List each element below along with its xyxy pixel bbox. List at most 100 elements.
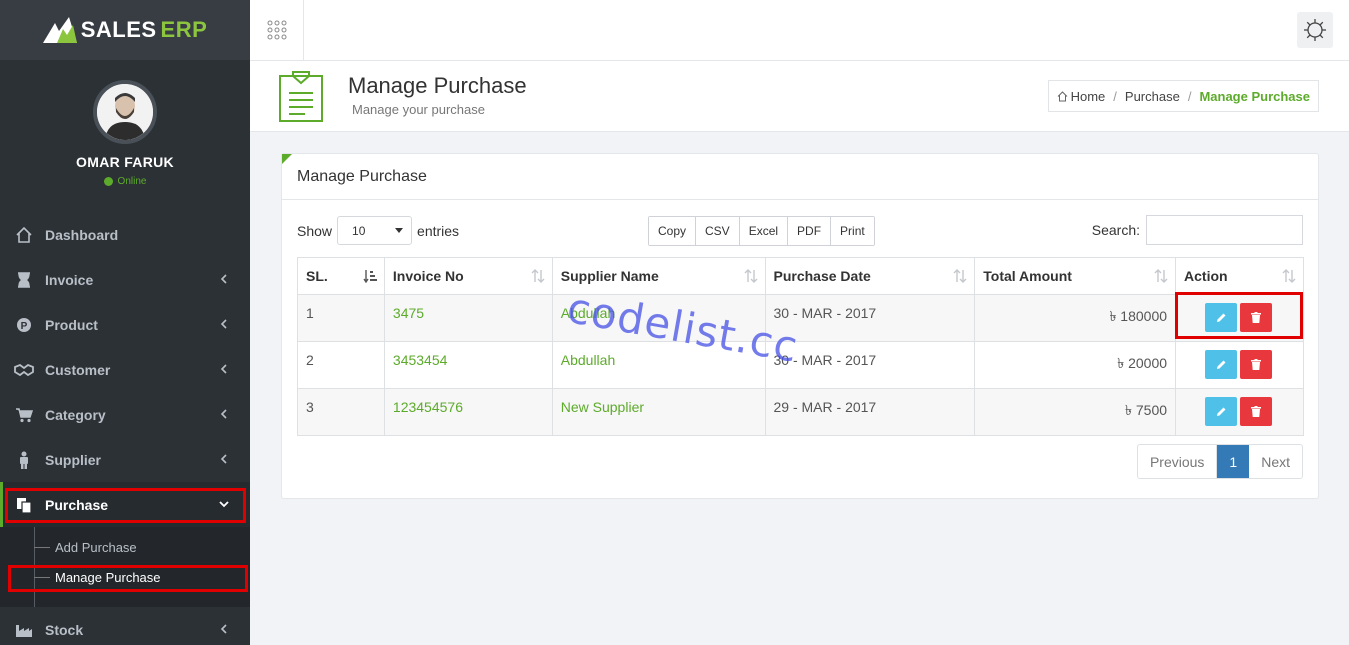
handshake-icon [14, 361, 34, 379]
caret-down-icon [395, 227, 404, 233]
table-row: 2 3453454 Abdullah 30 - MAR - 2017 ৳ 200… [297, 341, 1304, 389]
breadcrumb-purchase[interactable]: Purchase [1125, 89, 1180, 104]
breadcrumb-separator: / [1187, 88, 1192, 104]
sidebar-item-label: Supplier [45, 451, 102, 468]
home-icon [1057, 90, 1067, 101]
sort-icon [531, 269, 545, 283]
cell-invoice-link[interactable]: 3453454 [383, 341, 553, 389]
cell-date: 29 - MAR - 2017 [764, 388, 976, 436]
pdf-button[interactable]: PDF [788, 217, 832, 245]
sidebar-item-category[interactable]: Category [0, 392, 250, 437]
pencil-icon [1216, 360, 1226, 369]
table-row: 3 123454576 New Supplier 29 - MAR - 2017… [297, 388, 1304, 436]
cell-sl: 1 [297, 294, 385, 342]
copy-button[interactable]: Copy [649, 217, 697, 245]
cell-supplier-link[interactable]: New Supplier [551, 388, 766, 436]
person-icon [14, 451, 34, 469]
sidebar-item-label: Category [45, 406, 106, 423]
chevron-left-icon [220, 319, 227, 329]
delete-button[interactable] [1240, 397, 1273, 426]
highlight-box [8, 565, 248, 592]
sidebar-item-product[interactable]: P Product [0, 302, 250, 347]
avatar[interactable] [93, 80, 157, 144]
brand-word-2: ERP [160, 17, 208, 42]
cell-invoice-link[interactable]: 123454576 [383, 388, 553, 436]
sidebar-item-dashboard[interactable]: Dashboard [0, 212, 250, 257]
column-header-action[interactable]: Action [1175, 257, 1304, 295]
user-status: Online [0, 176, 250, 187]
page-title: Manage Purchase [348, 73, 527, 98]
cart-icon [14, 406, 34, 424]
sidebar-item-customer[interactable]: Customer [0, 347, 250, 392]
delete-button[interactable] [1240, 350, 1273, 379]
column-header-invoice-no[interactable]: Invoice No [383, 257, 553, 295]
cell-actions [1175, 388, 1304, 436]
cell-supplier-link[interactable]: Abdullah [551, 294, 766, 342]
chevron-left-icon [220, 624, 227, 634]
highlight-box [5, 488, 246, 523]
page-1-button[interactable]: 1 [1217, 445, 1250, 478]
edit-button[interactable] [1205, 350, 1238, 379]
purchase-table: SL. Invoice No Supplier Name Purchase Da… [297, 257, 1304, 436]
panel-title: Manage Purchase [282, 154, 1318, 200]
settings-button[interactable] [1297, 12, 1333, 48]
sidebar-item-label: Customer [45, 361, 111, 378]
sidebar-item-invoice[interactable]: Invoice [0, 257, 250, 302]
page-size-select[interactable]: 10 [337, 216, 413, 245]
column-header-label: Supplier Name [560, 268, 659, 284]
page-subtitle: Manage your purchase [352, 102, 485, 117]
top-bar [250, 0, 1349, 61]
svg-text:P: P [21, 321, 28, 332]
submenu-item-add-purchase[interactable]: Add Purchase [34, 535, 137, 559]
search-input[interactable] [1146, 215, 1303, 245]
factory-icon [14, 621, 34, 639]
sidebar-item-supplier[interactable]: Supplier [0, 437, 250, 482]
cell-date: 30 - MAR - 2017 [764, 341, 976, 389]
highlight-box [1175, 292, 1303, 339]
chevron-left-icon [220, 274, 227, 284]
column-header-total-amount[interactable]: Total Amount [974, 257, 1177, 295]
column-header-sl[interactable]: SL. [297, 257, 385, 295]
show-label: Show [297, 222, 333, 239]
submenu-item-label: Add Purchase [55, 539, 137, 555]
clipboard-icon [279, 71, 323, 122]
logo-bar: SALES ERP [0, 0, 250, 60]
breadcrumb-home[interactable]: Home [1071, 89, 1106, 104]
pagination: Previous 1 Next [1136, 444, 1303, 479]
sort-icon [953, 269, 967, 283]
sidebar-item-stock[interactable]: Stock [0, 607, 250, 645]
excel-button[interactable]: Excel [739, 217, 789, 245]
panel-corner-accent [282, 154, 292, 164]
chevron-left-icon [220, 454, 227, 464]
csv-button[interactable]: CSV [696, 217, 740, 245]
brand-logo[interactable]: SALES ERP [42, 17, 208, 43]
cell-amount: ৳ 20000 [974, 341, 1177, 389]
row-actions [1184, 350, 1303, 379]
cell-invoice-link[interactable]: 3475 [383, 294, 553, 342]
home-icon [14, 226, 34, 244]
grid-dots-icon [267, 20, 286, 40]
product-icon: P [14, 316, 34, 334]
apps-grid-button[interactable] [250, 0, 304, 60]
print-button[interactable]: Print [831, 217, 874, 245]
user-status-label: Online [117, 176, 147, 187]
cell-sl: 3 [297, 388, 385, 436]
column-header-supplier-name[interactable]: Supplier Name [551, 257, 766, 295]
sidebar-item-label: Stock [45, 621, 84, 638]
trash-icon [1251, 359, 1262, 370]
brand-word-1: SALES [80, 17, 157, 42]
breadcrumb: Home / Purchase / Manage Purchase [1047, 80, 1319, 112]
page-length-control: Show 10 entries [297, 216, 459, 245]
sort-icon [744, 269, 757, 283]
previous-page-button[interactable]: Previous [1138, 445, 1218, 478]
edit-button[interactable] [1205, 397, 1238, 426]
table-header-row: SL. Invoice No Supplier Name Purchase Da… [297, 257, 1304, 295]
column-header-purchase-date[interactable]: Purchase Date [764, 257, 976, 295]
manage-purchase-panel: Manage Purchase Show 10 entries Copy CSV… [281, 153, 1319, 499]
cell-amount: ৳ 7500 [974, 388, 1177, 436]
column-header-label: Action [1184, 268, 1228, 284]
pencil-icon [1216, 407, 1226, 416]
cell-supplier-link[interactable]: Abdullah [551, 341, 766, 389]
cell-amount: ৳ 180000 [974, 294, 1177, 342]
next-page-button[interactable]: Next [1249, 445, 1302, 478]
